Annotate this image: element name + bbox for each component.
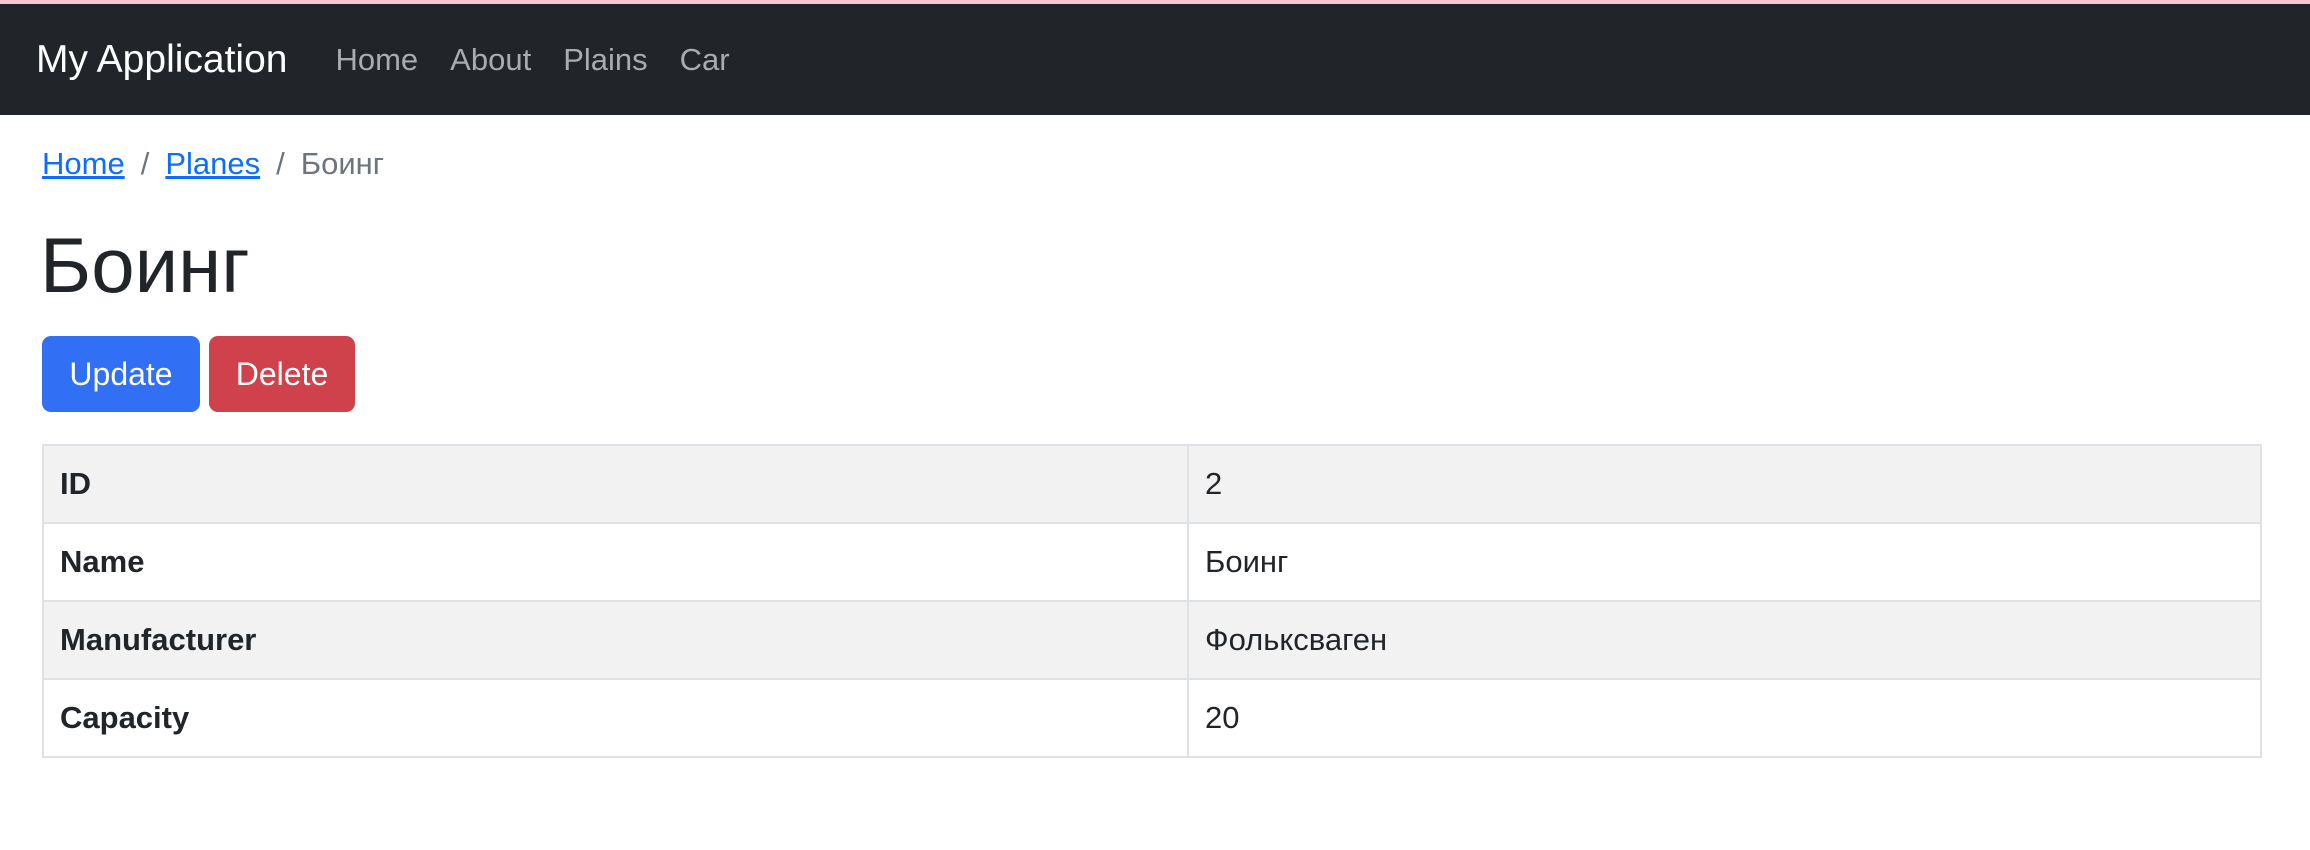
breadcrumb-current: Боинг (300, 146, 385, 181)
breadcrumb-planes-link[interactable]: Planes (165, 146, 260, 182)
top-navbar: My Application Home About Plains Car (0, 0, 2310, 115)
breadcrumb-separator: / (276, 146, 285, 181)
update-button[interactable]: Update (42, 336, 200, 412)
nav-link-plains[interactable]: Plains (563, 42, 647, 78)
nav-link-about[interactable]: About (450, 42, 531, 78)
table-row: Manufacturer Фольксваген (42, 600, 2262, 680)
page-title: Боинг (40, 221, 250, 309)
table-row: Name Боинг (42, 522, 2262, 602)
brand-link[interactable]: My Application (36, 38, 287, 82)
details-table: ID 2 Name Боинг Manufacturer Фольксваген… (42, 444, 2262, 758)
table-row: ID 2 (42, 444, 2262, 524)
delete-button[interactable]: Delete (209, 336, 355, 412)
nav-link-home[interactable]: Home (335, 42, 418, 78)
breadcrumb-separator: / (140, 146, 150, 181)
field-value-id: 2 (1187, 444, 2262, 524)
field-value-manufacturer: Фольксваген (1187, 600, 2262, 680)
field-label-capacity: Capacity (42, 678, 1189, 758)
field-label-id: ID (42, 444, 1189, 524)
field-label-manufacturer: Manufacturer (42, 600, 1189, 680)
nav-link-car[interactable]: Car (680, 42, 730, 78)
table-row: Capacity 20 (42, 678, 2262, 758)
field-value-capacity: 20 (1187, 678, 2262, 758)
breadcrumb: Home / Planes / Боинг (42, 146, 384, 182)
field-label-name: Name (42, 522, 1189, 602)
breadcrumb-home-link[interactable]: Home (42, 146, 125, 182)
field-value-name: Боинг (1187, 522, 2262, 602)
